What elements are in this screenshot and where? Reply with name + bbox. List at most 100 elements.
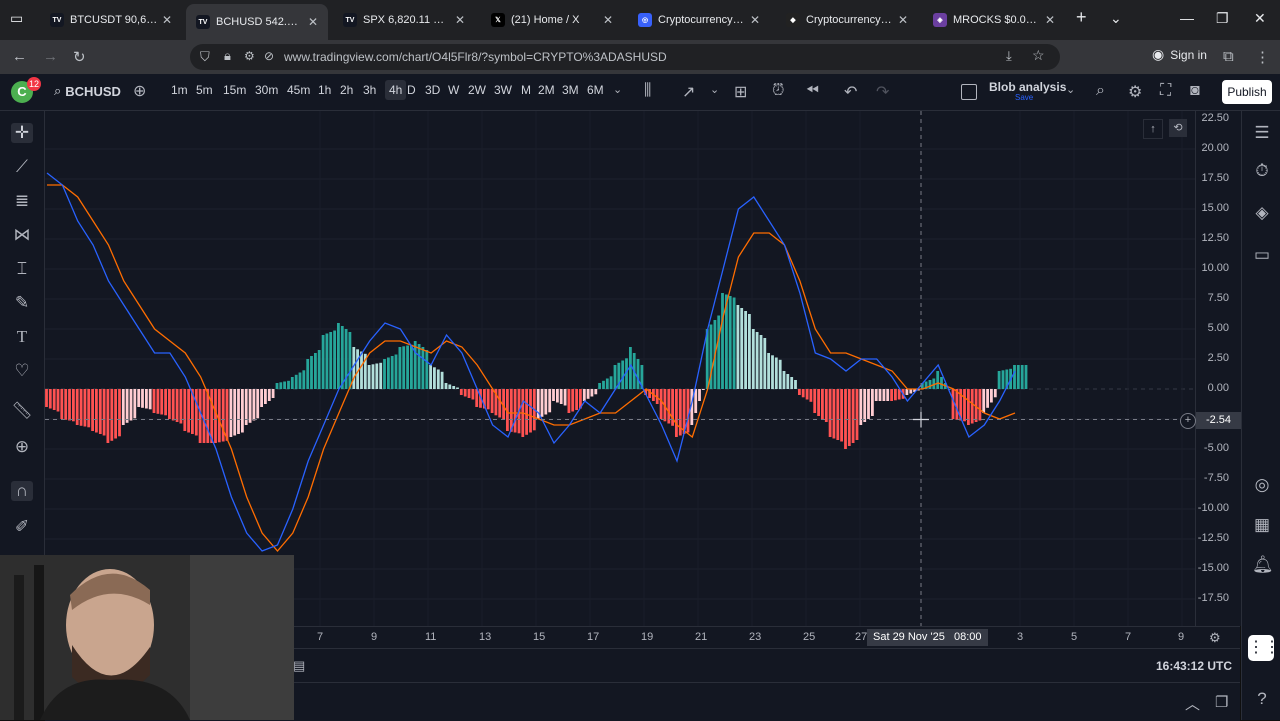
settings-gear-icon[interactable]: ⚙︎ xyxy=(1128,82,1142,102)
chat-icon[interactable]: ▭ xyxy=(1252,245,1272,265)
timeframe-2h[interactable]: 2h xyxy=(340,83,353,97)
add-alert-plus-icon[interactable]: + xyxy=(1180,413,1196,429)
timeframe-5m[interactable]: 5m xyxy=(196,83,213,97)
publish-button[interactable]: Publish xyxy=(1222,80,1272,104)
axis-settings-icon[interactable]: ⚙︎ xyxy=(1209,630,1221,646)
browser-tab[interactable]: TV BTCUSDT 90,654.00 ▲✕ xyxy=(40,6,182,34)
compare-symbol-icon[interactable]: ⊕ xyxy=(133,81,146,101)
browser-menu-icon[interactable]: ⋮ xyxy=(1255,48,1270,66)
timeframe-30m[interactable]: 30m xyxy=(255,83,278,97)
undo-icon[interactable]: ↶ xyxy=(844,82,857,102)
tab-search-icon[interactable]: ▭ xyxy=(10,10,23,27)
date-range-calendar-icon[interactable]: ▤ xyxy=(293,658,305,674)
browser-tab[interactable]: TV SPX 6,820.11 ▲ +0.11%✕ xyxy=(333,6,475,34)
layers-icon[interactable]: ◈ xyxy=(1252,203,1272,223)
timeframe-W[interactable]: W xyxy=(448,83,459,97)
minimize-icon[interactable]: — xyxy=(1180,10,1194,26)
tab-close-icon[interactable]: ✕ xyxy=(599,13,617,27)
new-tab-icon[interactable]: + xyxy=(1076,7,1087,28)
target-icon[interactable]: ◎ xyxy=(1252,475,1272,495)
snapshot-camera-icon[interactable]: ◙ xyxy=(1190,82,1200,100)
pattern-tool-icon[interactable]: ⋈ xyxy=(11,225,33,245)
timeframe-M[interactable]: M xyxy=(521,83,531,97)
fullscreen-icon[interactable]: ⛶ xyxy=(1160,82,1171,100)
utc-clock[interactable]: 16:43:12 UTC xyxy=(1156,659,1232,673)
indicator-chart-pane[interactable]: ↑ ⟲ xyxy=(45,111,1195,626)
calendar-icon[interactable]: ▦ xyxy=(1252,515,1272,535)
sign-in-button[interactable]: ◉ Sign in xyxy=(1152,46,1207,63)
projection-tool-icon[interactable]: ⌶ xyxy=(11,259,33,279)
expand-panel-chevron-icon[interactable]: ︿ xyxy=(1185,693,1200,714)
layouts-grid-icon[interactable]: ⊞ xyxy=(734,82,747,102)
back-icon[interactable]: ← xyxy=(12,48,27,65)
help-icon[interactable]: ? xyxy=(1252,689,1272,709)
close-window-icon[interactable]: ✕ xyxy=(1254,10,1266,27)
browser-tab[interactable]: 𝕏 (21) Home / X ✕ xyxy=(481,6,623,34)
symbol-search[interactable]: ⌕ BCHUSD xyxy=(54,83,121,99)
quick-search-icon[interactable]: ⌕ xyxy=(1096,82,1105,100)
timeframe-dropdown-chevron-icon[interactable]: ⌄ xyxy=(613,83,622,96)
tab-list-chevron-icon[interactable]: ⌄ xyxy=(1110,10,1122,27)
layout-chevron-icon[interactable]: ⌄ xyxy=(1066,83,1075,96)
timeframe-3h[interactable]: 3h xyxy=(363,83,376,97)
layout-name-button[interactable]: Blob analysis Save xyxy=(989,80,1066,102)
omnibox[interactable]: ⛉ 🔒︎ ⚙︎ ⊘ www.tradingview.com/chart/O4l5… xyxy=(190,44,1060,70)
replay-icon[interactable]: ⏪︎ xyxy=(806,82,819,100)
timeframe-2M[interactable]: 2M xyxy=(538,83,555,97)
fib-retracement-tool-icon[interactable]: ≣ xyxy=(11,191,33,211)
candle-style-icon[interactable]: ⫼ xyxy=(644,82,651,100)
ruler-icon[interactable]: 📏︎ xyxy=(11,401,33,421)
reset-scale-icon[interactable]: ⟲ xyxy=(1169,119,1187,137)
timeframe-4h[interactable]: 4h xyxy=(385,80,407,100)
timeframe-3W[interactable]: 3W xyxy=(494,83,512,97)
indicators-chevron-icon[interactable]: ⌄ xyxy=(710,83,719,96)
favorites-heart-icon[interactable]: ♡ xyxy=(11,361,33,381)
timeframe-1h[interactable]: 1h xyxy=(318,83,331,97)
notifications-bell-icon[interactable]: 🔔︎ xyxy=(1252,555,1274,575)
tracking-blocked-icon[interactable]: ⊘ xyxy=(264,49,274,63)
tab-close-icon[interactable]: ✕ xyxy=(158,13,176,27)
timeframe-2W[interactable]: 2W xyxy=(468,83,486,97)
browser-tab[interactable]: ◎ Cryptocurrency Prices,✕ xyxy=(628,6,770,34)
browser-tab[interactable]: TV BCHUSD 542.00 ▲ +3.✕ xyxy=(186,4,328,40)
timeframe-1m[interactable]: 1m xyxy=(171,83,188,97)
tab-close-icon[interactable]: ✕ xyxy=(1041,13,1059,27)
timeframe-D[interactable]: D xyxy=(407,83,416,97)
tab-close-icon[interactable]: ✕ xyxy=(304,15,322,29)
lock-drawings-icon[interactable]: ✐ xyxy=(11,517,33,537)
reload-icon[interactable]: ↻ xyxy=(73,48,86,66)
tab-close-icon[interactable]: ✕ xyxy=(894,13,912,27)
install-app-icon[interactable]: ⤓ xyxy=(1006,48,1012,64)
alerts-clock-icon[interactable]: ⏱︎ xyxy=(1252,161,1272,181)
timeframe-3M[interactable]: 3M xyxy=(562,83,579,97)
watchlist-icon[interactable]: ☰ xyxy=(1252,123,1272,143)
brush-tool-icon[interactable]: ✎ xyxy=(11,293,33,313)
timeframe-6M[interactable]: 6M xyxy=(587,83,604,97)
bookmark-star-icon[interactable]: ☆ xyxy=(1032,47,1045,64)
tab-close-icon[interactable]: ✕ xyxy=(451,13,469,27)
alert-icon[interactable]: ⏰︎ xyxy=(772,82,784,100)
crosshair-tool-icon[interactable]: ✛ xyxy=(11,123,33,143)
text-tool-icon[interactable]: T xyxy=(11,327,33,347)
notification-badge[interactable]: 12 xyxy=(27,77,41,91)
maximize-panel-icon[interactable]: ❐ xyxy=(1215,693,1228,711)
forward-icon[interactable]: → xyxy=(43,48,58,65)
layout-checkbox[interactable] xyxy=(961,84,977,100)
browser-tab[interactable]: ◈ MROCKS $0.002591 - |✕ xyxy=(923,6,1065,34)
redo-icon[interactable]: ↷ xyxy=(876,82,889,102)
timeframe-15m[interactable]: 15m xyxy=(223,83,246,97)
site-info-icon[interactable]: ⛉ xyxy=(200,49,210,65)
tab-close-icon[interactable]: ✕ xyxy=(746,13,764,27)
apps-grid-icon[interactable]: ⋮⋮ xyxy=(1248,635,1280,661)
browser-tab[interactable]: ◆ Cryptocurrency Liquid✕ xyxy=(776,6,918,34)
timeframe-3D[interactable]: 3D xyxy=(425,83,440,97)
zoom-in-icon[interactable]: ⊕ xyxy=(11,437,33,457)
url-text[interactable]: www.tradingview.com/chart/O4l5Flr8/?symb… xyxy=(284,50,667,64)
scroll-up-icon[interactable]: ↑ xyxy=(1143,119,1163,139)
magnet-icon[interactable]: ∩ xyxy=(11,481,33,501)
indicators-icon[interactable]: ↗ xyxy=(682,82,695,102)
extensions-icon[interactable]: ⧉ xyxy=(1223,48,1234,65)
site-settings-icon[interactable]: ⚙︎ xyxy=(244,49,255,63)
trend-line-tool-icon[interactable]: ⟋ xyxy=(11,157,33,177)
timeframe-45m[interactable]: 45m xyxy=(287,83,310,97)
